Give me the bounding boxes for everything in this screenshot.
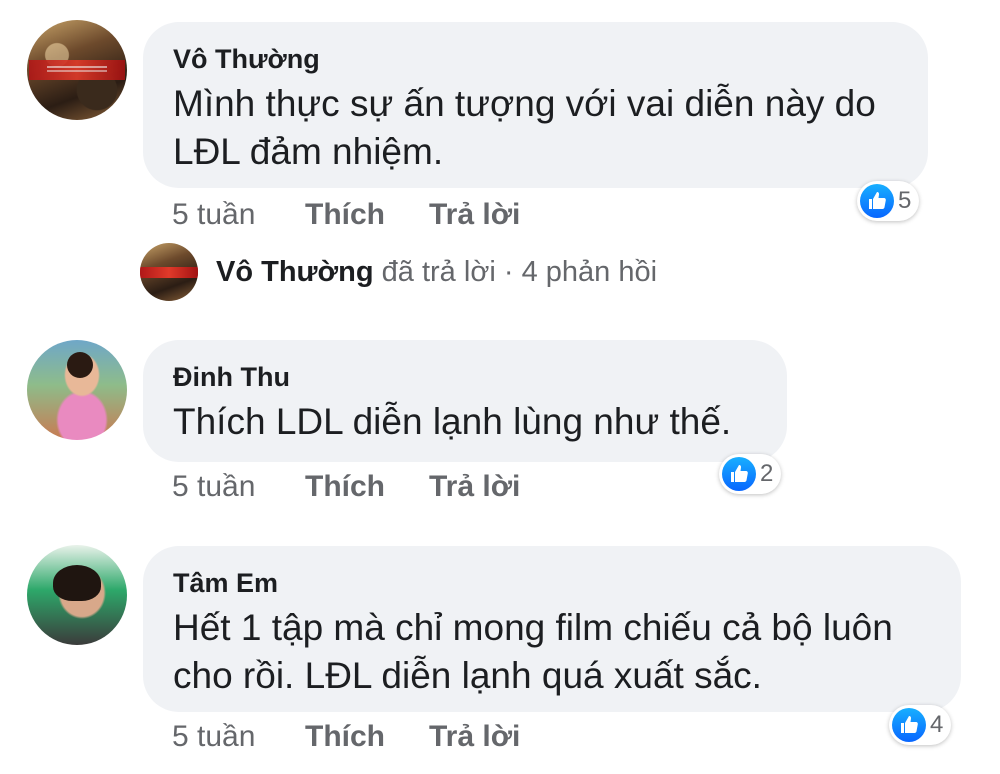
thumbs-up-icon [892, 708, 926, 742]
comment-text: Hết 1 tập mà chỉ mong film chiếu cả bộ l… [173, 607, 893, 696]
avatar[interactable] [27, 545, 127, 645]
comment-timestamp[interactable]: 5 tuần [172, 467, 255, 507]
reply-author: Vô Thường [216, 256, 374, 288]
avatar-banner [140, 267, 198, 278]
reply-button[interactable]: Trả lời [429, 195, 520, 235]
reaction-count: 2 [760, 460, 774, 487]
reply-button[interactable]: Trả lời [429, 717, 520, 757]
thumbs-up-icon [722, 457, 756, 491]
comment-bubble: Đinh Thu Thích LDL diễn lạnh lùng như th… [143, 340, 787, 462]
reply-avatar[interactable] [140, 243, 198, 301]
like-button[interactable]: Thích [305, 717, 385, 757]
avatar-banner [29, 60, 125, 80]
comment-author[interactable]: Tâm Em [173, 566, 931, 600]
comment-timestamp[interactable]: 5 tuần [172, 717, 255, 757]
reaction-count: 5 [898, 187, 912, 214]
reaction-count: 4 [930, 711, 944, 738]
comment-author[interactable]: Đinh Thu [173, 360, 757, 394]
avatar[interactable] [27, 340, 127, 440]
like-button[interactable]: Thích [305, 195, 385, 235]
reaction-badge[interactable]: 2 [719, 454, 782, 494]
comment-author[interactable]: Vô Thường [173, 42, 898, 76]
reply-separator: · [503, 256, 514, 288]
comment-text: Thích LDL diễn lạnh lùng như thế. [173, 401, 732, 442]
reply-count: 4 phản hồi [521, 256, 658, 288]
avatar[interactable] [27, 20, 127, 120]
like-button[interactable]: Thích [305, 467, 385, 507]
reply-action: đã trả lời [381, 256, 496, 288]
comment-text: Mình thực sự ấn tượng với vai diễn này d… [173, 83, 876, 172]
comment-timestamp[interactable]: 5 tuần [172, 195, 255, 235]
view-replies-link[interactable]: Vô Thường đã trả lời · 4 phản hồi [216, 252, 657, 292]
reply-button[interactable]: Trả lời [429, 467, 520, 507]
comment-bubble: Tâm Em Hết 1 tập mà chỉ mong film chiếu … [143, 546, 961, 712]
reaction-badge[interactable]: 4 [889, 705, 952, 745]
thumbs-up-icon [860, 184, 894, 218]
comment-bubble: Vô Thường Mình thực sự ấn tượng với vai … [143, 22, 928, 188]
reaction-badge[interactable]: 5 [857, 181, 920, 221]
